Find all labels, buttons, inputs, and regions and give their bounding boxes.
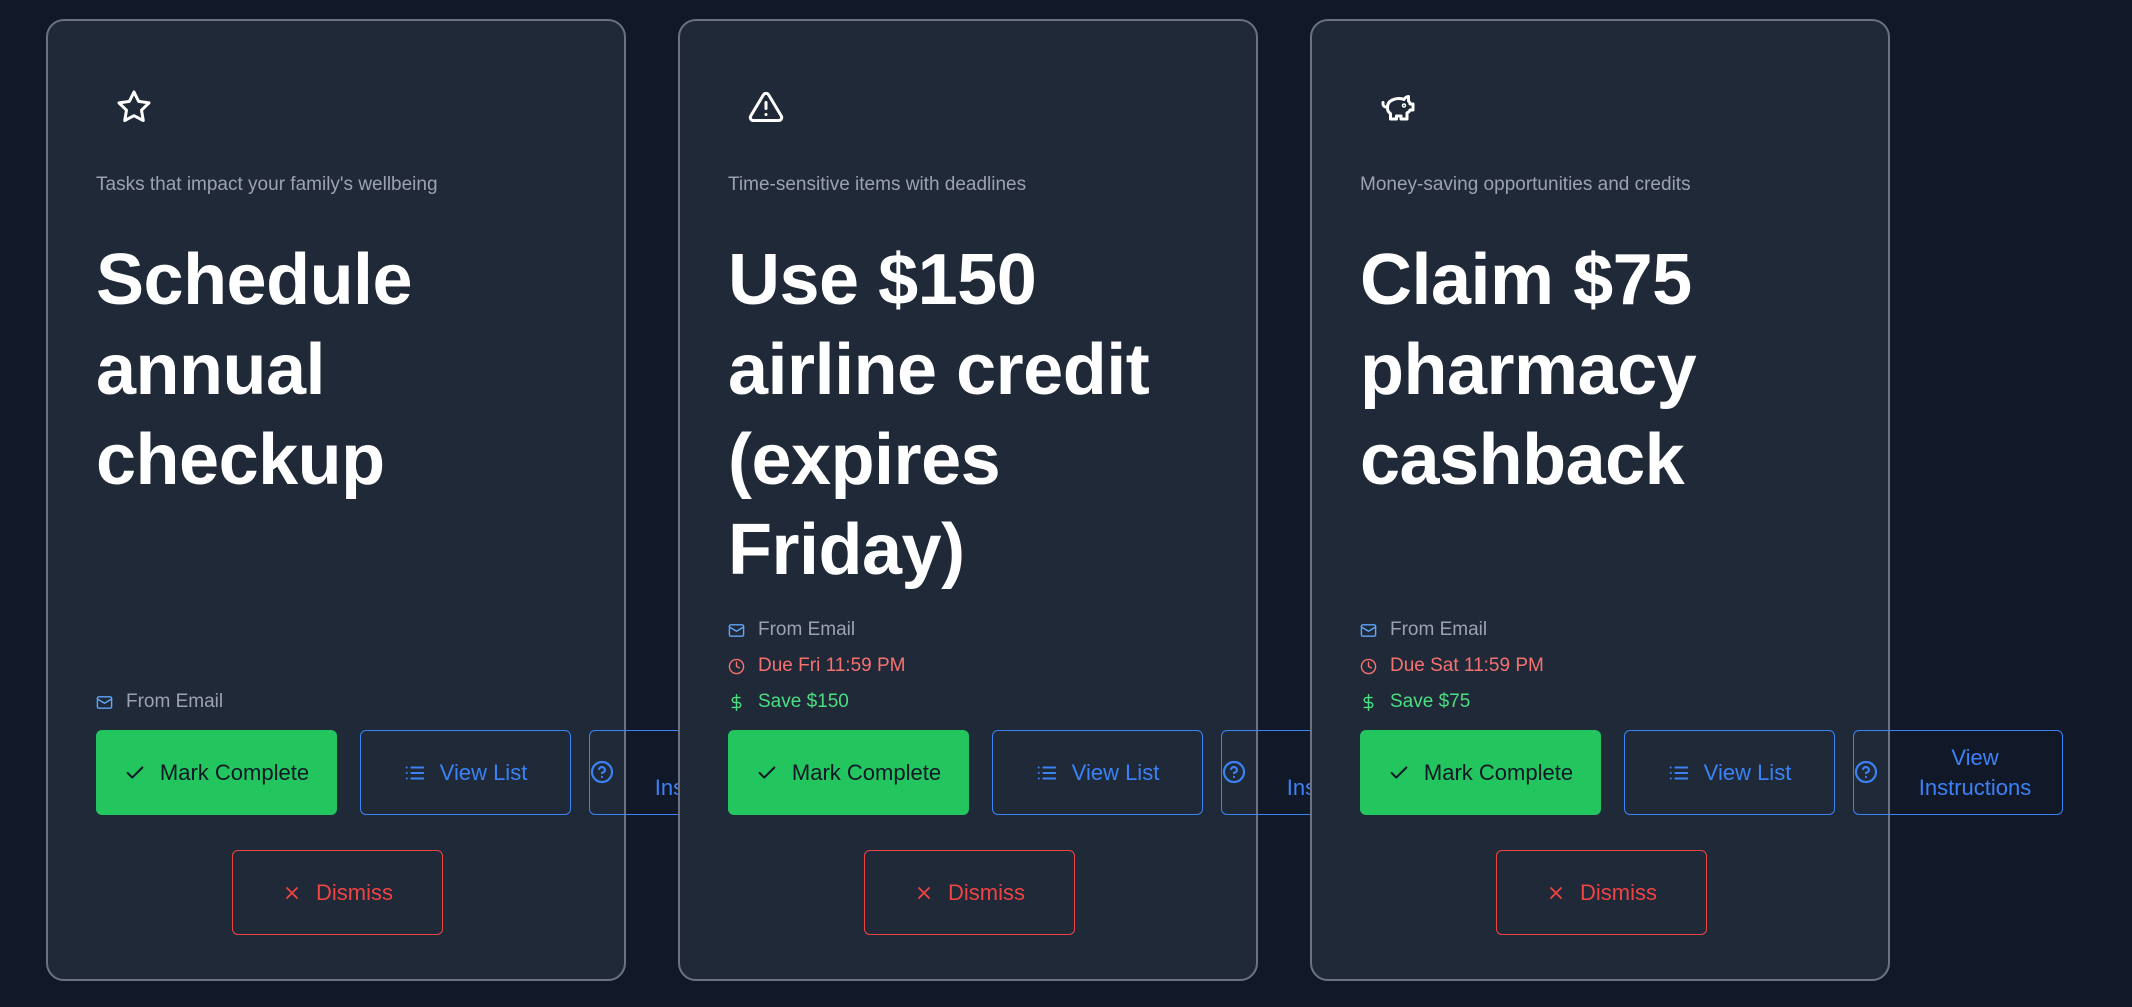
card-title: Claim $75 pharmacy cashback bbox=[1360, 240, 1697, 500]
card-category-description: Time-sensitive items with deadlines bbox=[728, 174, 1027, 195]
savings-meta: Save $75 bbox=[1360, 691, 1470, 713]
task-card: Time-sensitive items with deadlines Use … bbox=[678, 19, 1431, 981]
dismiss-label: Dismiss bbox=[1580, 879, 1657, 905]
dismiss-button[interactable]: Dismiss bbox=[232, 850, 443, 935]
list-icon bbox=[1037, 765, 1056, 780]
savings-label: Save $75 bbox=[1390, 691, 1471, 712]
clock-icon bbox=[728, 658, 745, 674]
star-icon bbox=[112, 85, 156, 129]
card-title: Schedule annual checkup bbox=[96, 240, 413, 500]
dismiss-button[interactable]: Dismiss bbox=[864, 850, 1075, 935]
due-meta: Due Fri 11:59 PM bbox=[728, 655, 905, 677]
view-list-button[interactable]: View List bbox=[360, 730, 571, 815]
mail-icon bbox=[96, 695, 113, 709]
card-category-description: Tasks that impact your family's wellbein… bbox=[96, 174, 438, 195]
help-circle-icon bbox=[1222, 760, 1246, 784]
savings-label: Save $150 bbox=[758, 691, 849, 712]
view-list-button[interactable]: View List bbox=[1624, 730, 1835, 815]
task-card: Tasks that impact your family's wellbein… bbox=[46, 19, 799, 981]
dollar-icon bbox=[1363, 693, 1374, 711]
view-list-label: View List bbox=[1703, 759, 1792, 785]
dismiss-label: Dismiss bbox=[948, 879, 1025, 905]
mark-complete-button[interactable]: Mark Complete bbox=[1360, 730, 1601, 815]
list-icon bbox=[405, 765, 424, 780]
mail-icon bbox=[1360, 623, 1377, 637]
view-instructions-label: View Instructions bbox=[1918, 744, 2032, 800]
source-meta: From Email bbox=[1360, 619, 1487, 641]
mail-icon bbox=[728, 623, 745, 637]
mark-complete-label: Mark Complete bbox=[1423, 759, 1574, 785]
due-label: Due Fri 11:59 PM bbox=[758, 655, 906, 676]
task-card-stack: Tasks that impact your family's wellbein… bbox=[0, 0, 2132, 1007]
savings-meta: Save $150 bbox=[728, 691, 849, 713]
dollar-icon bbox=[731, 693, 742, 711]
close-icon bbox=[918, 886, 930, 899]
mark-complete-label: Mark Complete bbox=[791, 759, 942, 785]
view-list-button[interactable]: View List bbox=[992, 730, 1203, 815]
source-label: From Email bbox=[1390, 619, 1488, 640]
due-meta: Due Sat 11:59 PM bbox=[1360, 655, 1544, 677]
source-meta: From Email bbox=[96, 691, 223, 713]
check-icon bbox=[758, 765, 776, 779]
mark-complete-button[interactable]: Mark Complete bbox=[728, 730, 969, 815]
card-title: Use $150 airline credit (expires Friday) bbox=[728, 240, 1150, 590]
due-label: Due Sat 11:59 PM bbox=[1390, 655, 1544, 676]
help-circle-icon bbox=[590, 760, 614, 784]
list-icon bbox=[1669, 765, 1688, 780]
check-icon bbox=[126, 765, 144, 779]
close-icon bbox=[286, 886, 298, 899]
source-label: From Email bbox=[126, 691, 224, 712]
source-label: From Email bbox=[758, 619, 856, 640]
clock-icon bbox=[1360, 658, 1377, 674]
piggy-bank-icon bbox=[1376, 85, 1420, 129]
dismiss-button[interactable]: Dismiss bbox=[1496, 850, 1707, 935]
dismiss-label: Dismiss bbox=[316, 879, 393, 905]
mark-complete-button[interactable]: Mark Complete bbox=[96, 730, 337, 815]
view-list-label: View List bbox=[439, 759, 528, 785]
card-category-description: Money-saving opportunities and credits bbox=[1360, 174, 1691, 195]
view-instructions-button[interactable]: View Instructions bbox=[1853, 730, 2063, 815]
view-list-label: View List bbox=[1071, 759, 1160, 785]
help-circle-icon bbox=[1854, 760, 1878, 784]
alert-triangle-icon bbox=[744, 85, 788, 129]
check-icon bbox=[1390, 765, 1408, 779]
task-card: Money-saving opportunities and credits C… bbox=[1310, 19, 2063, 981]
mark-complete-label: Mark Complete bbox=[159, 759, 310, 785]
source-meta: From Email bbox=[728, 619, 855, 641]
close-icon bbox=[1550, 886, 1562, 899]
